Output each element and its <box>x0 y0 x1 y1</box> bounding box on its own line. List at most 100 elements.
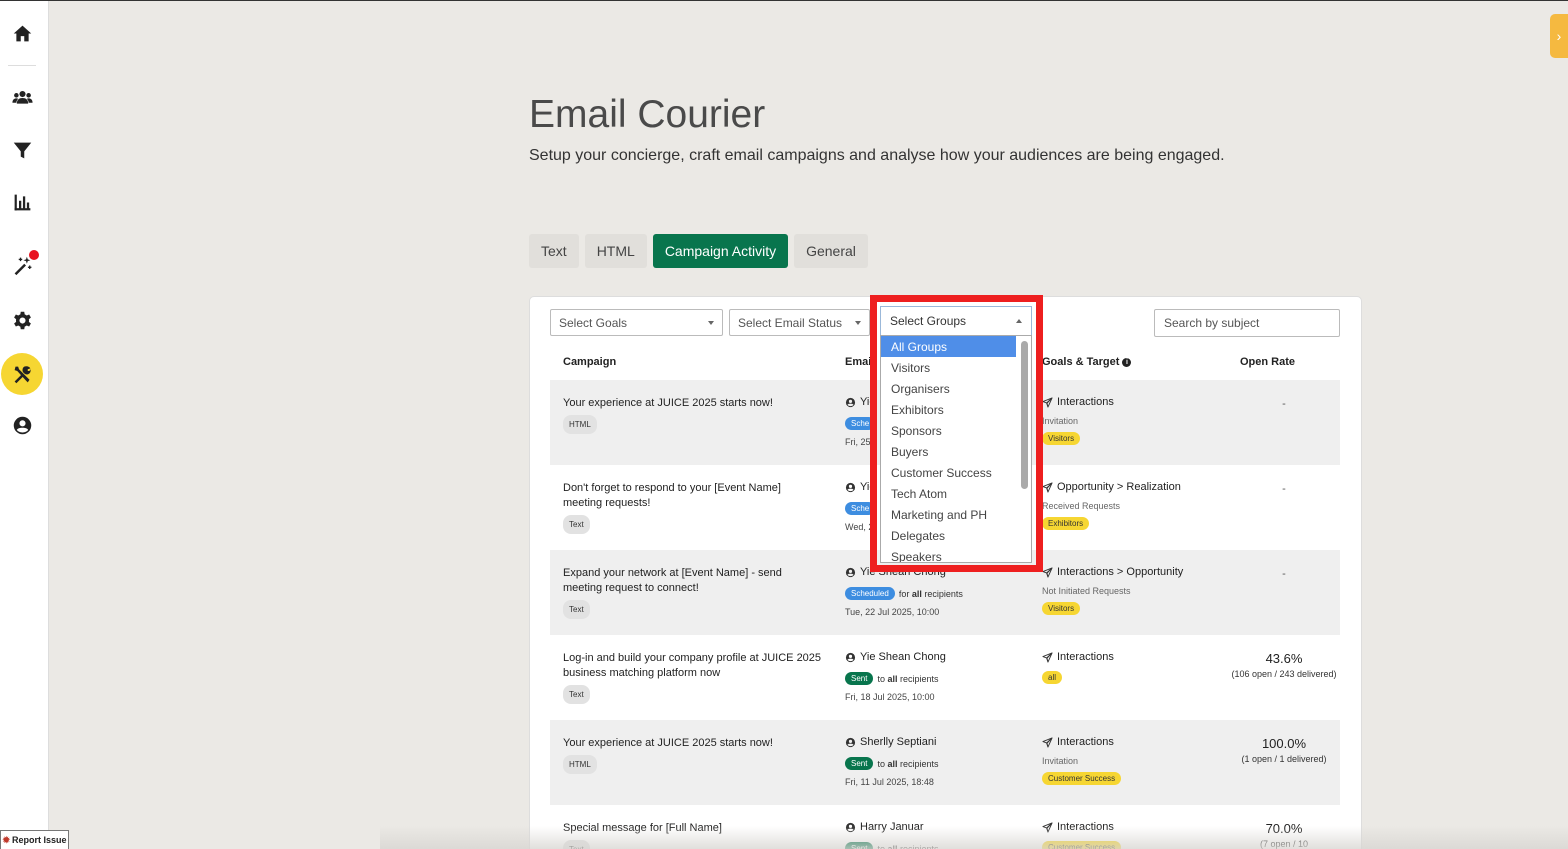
group-option[interactable]: Sponsors <box>881 420 1016 441</box>
open-rate-value: 100.0% <box>1261 736 1307 751</box>
dropdown-scrollbar[interactable] <box>1021 339 1029 561</box>
paper-plane-icon <box>1042 396 1053 408</box>
campaign-subject: Expand your network at [Event Name] - se… <box>563 567 782 594</box>
dropdown-scroll-thumb[interactable] <box>1021 341 1028 489</box>
campaign-cell: Your experience at JUICE 2025 starts now… <box>563 396 823 434</box>
user-icon <box>845 482 856 493</box>
open-rate-value: 43.6% <box>1265 651 1303 666</box>
send-date: Fri, 11 Jul 2025, 18:48 <box>845 777 934 787</box>
filter-icon[interactable] <box>0 128 44 172</box>
tab-html[interactable]: HTML <box>584 234 647 268</box>
email-status-select[interactable]: Select Email Status <box>729 309 870 336</box>
search-input[interactable] <box>1154 309 1340 337</box>
groups-select-label: Select Groups <box>890 314 967 328</box>
open-rate-detail: (1 open / 1 delivered) <box>1241 754 1327 764</box>
group-option[interactable]: Buyers <box>881 441 1016 462</box>
status-badge: Scheduled <box>845 587 895 600</box>
user-icon <box>845 652 856 663</box>
goal-subtext: Not Initiated Requests <box>1042 586 1131 596</box>
users-icon[interactable] <box>0 75 44 119</box>
tools-icon[interactable] <box>0 352 44 396</box>
group-option[interactable]: Visitors <box>881 357 1016 378</box>
status-line: Scheduled for all recipients <box>845 587 963 600</box>
column-header-campaign: Campaign <box>563 356 617 368</box>
group-option[interactable]: Organisers <box>881 378 1016 399</box>
expand-panel-button[interactable]: › <box>1550 14 1568 58</box>
goals-select[interactable]: Select Goals <box>550 309 723 336</box>
status-line: Sentto all recipients <box>845 757 939 770</box>
groups-dropdown: All Groups Visitors Organisers Exhibitors Sp… <box>880 335 1032 563</box>
group-option[interactable]: Delegates <box>881 525 1016 546</box>
table-row[interactable]: Your experience at JUICE 2025 starts now… <box>550 720 1340 805</box>
group-option[interactable]: Exhibitors <box>881 399 1016 420</box>
goal-subtext: Received Requests <box>1042 501 1121 511</box>
target-badge: Visitors <box>1042 432 1081 445</box>
group-option[interactable]: All Groups <box>881 336 1016 357</box>
goal-label: Interactions <box>1057 651 1114 663</box>
status-badge: Sent <box>845 757 874 770</box>
target-badge: Customer Success <box>1042 772 1122 785</box>
open-rate: - <box>1282 568 1286 580</box>
format-badge: HTML <box>563 755 597 774</box>
open-rate: 43.6% (106 open / 243 delivered) <box>1210 651 1358 680</box>
tab-text[interactable]: Text <box>529 234 579 268</box>
groups-select[interactable]: Select Groups <box>880 306 1032 335</box>
column-header-goals-label: Goals & Target <box>1042 356 1120 368</box>
status-badge: Sent <box>845 672 874 685</box>
bar-chart-icon[interactable] <box>0 180 44 224</box>
group-option[interactable]: Tech Atom <box>881 483 1016 504</box>
format-badge: Text <box>563 515 590 534</box>
goal: Opportunity > Realization <box>1042 481 1181 493</box>
report-issue-button[interactable]: ✹ Report Issue <box>0 830 69 849</box>
page-subtitle: Setup your concierge, craft email campai… <box>529 147 1225 164</box>
home-icon[interactable] <box>0 11 44 55</box>
target-badge: all <box>1042 671 1063 684</box>
info-icon[interactable]: i <box>1122 357 1132 367</box>
gear-icon[interactable] <box>0 298 44 342</box>
page-title: Email Courier <box>529 93 766 136</box>
paper-plane-icon <box>1042 566 1053 578</box>
sidebar <box>0 1 49 849</box>
chevron-down-icon <box>855 320 861 325</box>
campaign-cell: Log-in and build your company profile at… <box>563 651 823 704</box>
column-header-open-rate: Open Rate <box>1240 356 1296 368</box>
email-status-select-label: Select Email Status <box>738 315 843 330</box>
groups-option-list: All Groups Visitors Organisers Exhibitors Sp… <box>881 336 1031 563</box>
format-badge: Text <box>563 685 590 704</box>
magic-wand-icon[interactable] <box>0 243 44 287</box>
group-option[interactable]: Customer Success <box>881 462 1016 483</box>
campaign-subject: Your experience at JUICE 2025 starts now… <box>563 397 773 409</box>
report-issue-label: Report Issue <box>12 835 67 845</box>
campaign-subject: Don't forget to respond to your [Event N… <box>563 482 781 509</box>
campaign-subject: Log-in and build your company profile at… <box>563 652 822 679</box>
format-badge: HTML <box>563 415 597 434</box>
open-rate-detail: (106 open / 243 delivered) <box>1231 669 1337 679</box>
goal: Interactions <box>1042 396 1114 408</box>
tab-campaign-activity[interactable]: Campaign Activity <box>652 234 789 268</box>
open-rate: 100.0% (1 open / 1 delivered) <box>1210 736 1358 765</box>
target-badge: Exhibitors <box>1042 517 1090 530</box>
recipients-text: for all recipients <box>898 588 963 599</box>
goal-label: Interactions <box>1057 736 1114 748</box>
group-option[interactable]: Speakers <box>881 546 1016 563</box>
group-option[interactable]: Marketing and PH <box>881 504 1016 525</box>
send-date: Fri, 25 <box>845 437 871 447</box>
sender: Yie Shean Chong <box>845 651 946 663</box>
chevron-right-icon: › <box>1556 28 1562 44</box>
recipients-text: to all recipients <box>877 673 939 684</box>
user-icon <box>845 737 856 748</box>
goal-label: Interactions > Opportunity <box>1057 566 1184 578</box>
goal-label: Interactions <box>1057 396 1114 408</box>
goal: Interactions <box>1042 736 1114 748</box>
sender: Sherlly Septiani <box>845 736 936 748</box>
user-icon <box>845 567 856 578</box>
table-row[interactable]: Log-in and build your company profile at… <box>550 635 1340 720</box>
bottom-fade <box>380 826 1568 849</box>
campaign-cell: Expand your network at [Event Name] - se… <box>563 566 823 619</box>
format-badge: Text <box>563 600 590 619</box>
user-circle-icon[interactable] <box>0 403 44 447</box>
tab-general[interactable]: General <box>794 234 868 268</box>
chevron-up-icon <box>1016 319 1022 323</box>
recipients-text: to all recipients <box>877 758 939 769</box>
user-icon <box>845 397 856 408</box>
